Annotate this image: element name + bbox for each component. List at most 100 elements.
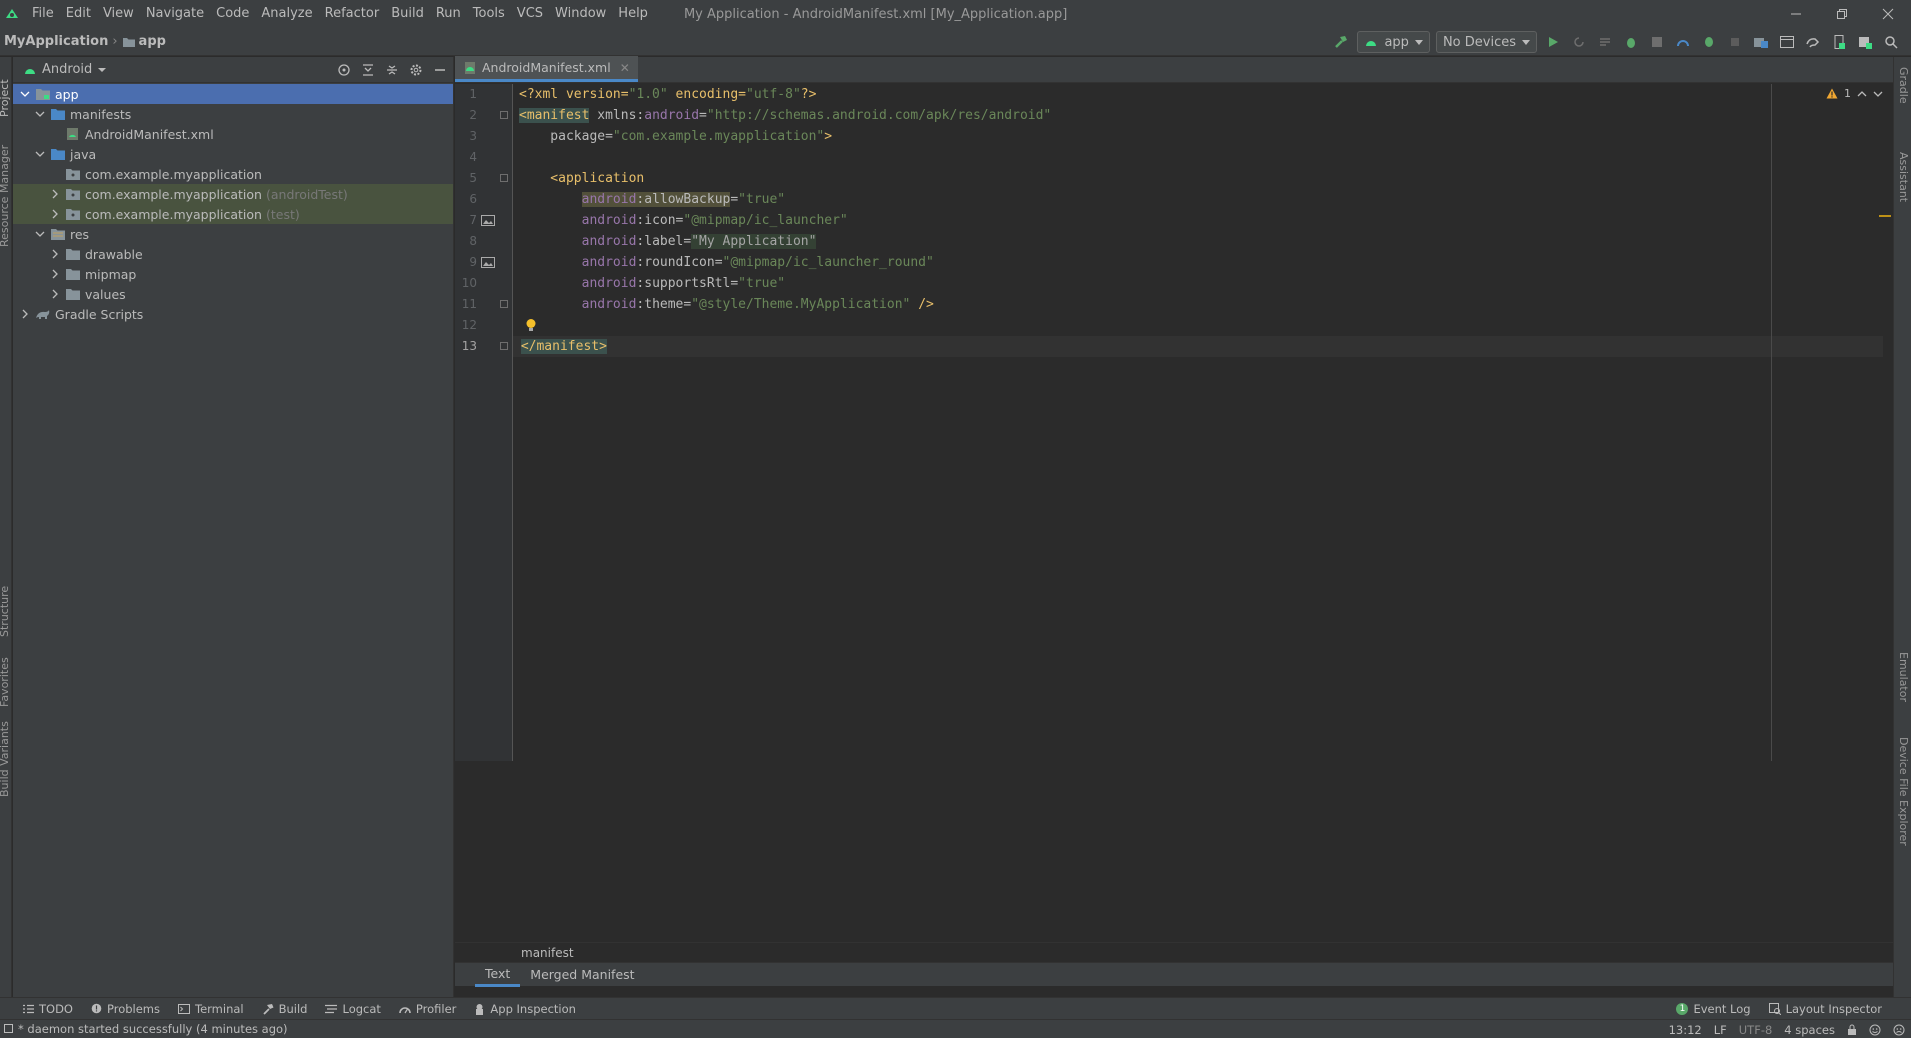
device-file-explorer-tool-tab[interactable]: Device File Explorer: [1897, 737, 1910, 846]
coverage-button[interactable]: [1647, 32, 1667, 52]
terminal-tool-button[interactable]: Terminal: [169, 1002, 253, 1016]
app-inspection-tool-button[interactable]: App Inspection: [465, 1002, 585, 1016]
hide-panel-icon[interactable]: [433, 63, 447, 77]
caret-position[interactable]: 13:12: [1669, 1023, 1702, 1037]
tree-item-androidmanifest[interactable]: AndroidManifest.xml: [13, 124, 453, 144]
editor-breadcrumb-item[interactable]: manifest: [521, 946, 574, 960]
expand-all-icon[interactable]: [361, 63, 375, 77]
layout-validation-button[interactable]: [1777, 32, 1797, 52]
close-window-button[interactable]: [1865, 0, 1911, 28]
tree-item-java[interactable]: java: [13, 144, 453, 164]
tree-item-package-main[interactable]: com.example.myapplication: [13, 164, 453, 184]
todo-tool-button[interactable]: TODO: [14, 1002, 82, 1016]
favorites-tool-tab[interactable]: Favorites: [0, 657, 11, 707]
image-preview-icon[interactable]: [481, 215, 495, 226]
indent-setting[interactable]: 4 spaces: [1784, 1023, 1835, 1037]
menu-edit[interactable]: Edit: [60, 0, 97, 28]
run-configuration-select[interactable]: app: [1357, 31, 1430, 53]
project-structure-button[interactable]: [1751, 32, 1771, 52]
chevron-right-icon[interactable]: [49, 188, 61, 200]
menu-view[interactable]: View: [97, 0, 140, 28]
chevron-right-icon[interactable]: [49, 288, 61, 300]
image-preview-icon[interactable]: [481, 257, 495, 268]
profile-button[interactable]: [1673, 32, 1693, 52]
chevron-right-icon[interactable]: [49, 248, 61, 260]
locate-icon[interactable]: [337, 63, 351, 77]
intention-bulb-icon[interactable]: [525, 318, 537, 333]
search-everywhere-button[interactable]: [1881, 32, 1901, 52]
profiler-tool-button[interactable]: Profiler: [390, 1002, 466, 1016]
menu-navigate[interactable]: Navigate: [140, 0, 210, 28]
menu-tools[interactable]: Tools: [467, 0, 511, 28]
menu-window[interactable]: Window: [549, 0, 612, 28]
tree-item-app[interactable]: app: [13, 84, 453, 104]
attach-debugger-button[interactable]: [1699, 32, 1719, 52]
layout-inspector-tool-button[interactable]: Layout Inspector: [1760, 1002, 1891, 1016]
line-separator[interactable]: LF: [1714, 1023, 1727, 1037]
event-log-tool-button[interactable]: 1 Event Log: [1667, 1002, 1759, 1016]
tree-item-mipmap[interactable]: mipmap: [13, 264, 453, 284]
chevron-down-icon[interactable]: [34, 108, 46, 120]
file-encoding[interactable]: UTF-8: [1739, 1023, 1773, 1037]
chevron-down-icon[interactable]: [19, 88, 31, 100]
breadcrumb-project[interactable]: MyApplication: [4, 34, 108, 49]
menu-vcs[interactable]: VCS: [511, 0, 549, 28]
minimize-button[interactable]: [1773, 0, 1819, 28]
gradle-tool-tab[interactable]: Gradle: [1897, 67, 1910, 104]
tree-item-package-androidtest[interactable]: com.example.myapplication (androidTest): [13, 184, 453, 204]
memory-indicator-icon[interactable]: [1869, 1024, 1881, 1036]
project-tool-tab[interactable]: Project: [0, 79, 11, 117]
device-select[interactable]: No Devices: [1435, 31, 1537, 53]
close-tab-icon[interactable]: ✕: [620, 61, 630, 75]
sdk-manager-button[interactable]: [1855, 32, 1875, 52]
tree-item-res[interactable]: res: [13, 224, 453, 244]
tree-item-values[interactable]: values: [13, 284, 453, 304]
tree-item-drawable[interactable]: drawable: [13, 244, 453, 264]
menu-help[interactable]: Help: [612, 0, 654, 28]
problems-tool-button[interactable]: Problems: [82, 1002, 169, 1016]
build-variants-tool-tab[interactable]: Build Variants: [0, 721, 11, 797]
assistant-tool-tab[interactable]: Assistant: [1897, 152, 1910, 202]
status-toggle-icon[interactable]: [4, 1024, 14, 1034]
sync-gradle-button[interactable]: [1803, 32, 1823, 52]
status-message[interactable]: * daemon started successfully (4 minutes…: [0, 1022, 288, 1036]
menu-refactor[interactable]: Refactor: [319, 0, 386, 28]
tab-text[interactable]: Text: [475, 963, 521, 987]
chevron-down-icon[interactable]: [34, 228, 46, 240]
avd-manager-button[interactable]: [1829, 32, 1849, 52]
error-stripe-warning-mark[interactable]: [1879, 215, 1891, 217]
fold-marker[interactable]: [500, 111, 508, 119]
stop-button[interactable]: [1725, 32, 1745, 52]
lock-icon[interactable]: [1847, 1024, 1857, 1036]
menu-code[interactable]: Code: [210, 0, 255, 28]
tree-item-gradle-scripts[interactable]: Gradle Scripts: [13, 304, 453, 324]
chevron-right-icon[interactable]: [19, 308, 31, 320]
chevron-right-icon[interactable]: [49, 208, 61, 220]
code-editor[interactable]: <?xml version="1.0" encoding="utf-8"?> <…: [513, 84, 1883, 761]
menu-file[interactable]: File: [26, 0, 60, 28]
fold-marker[interactable]: [500, 174, 508, 182]
breadcrumb-module[interactable]: app: [139, 34, 166, 49]
menu-run[interactable]: Run: [430, 0, 467, 28]
tree-item-package-test[interactable]: com.example.myapplication (test): [13, 204, 453, 224]
chevron-down-icon[interactable]: [1873, 90, 1883, 98]
collapse-all-icon[interactable]: [385, 63, 399, 77]
menu-analyze[interactable]: Analyze: [255, 0, 318, 28]
run-button[interactable]: [1543, 32, 1563, 52]
gear-icon[interactable]: [409, 63, 423, 77]
structure-tool-tab[interactable]: Structure: [0, 586, 11, 637]
tree-item-manifests[interactable]: manifests: [13, 104, 453, 124]
logcat-tool-button[interactable]: Logcat: [316, 1002, 389, 1016]
debug-button[interactable]: [1621, 32, 1641, 52]
resource-manager-tool-tab[interactable]: Resource Manager: [0, 145, 11, 247]
apply-code-changes-button[interactable]: [1595, 32, 1615, 52]
make-project-button[interactable]: [1331, 32, 1351, 52]
chevron-right-icon[interactable]: [49, 268, 61, 280]
tab-merged-manifest[interactable]: Merged Manifest: [520, 963, 644, 987]
fold-marker[interactable]: [500, 300, 508, 308]
project-view-select[interactable]: Android: [23, 62, 107, 77]
apply-changes-button[interactable]: [1569, 32, 1589, 52]
chevron-down-icon[interactable]: [34, 148, 46, 160]
notifications-icon[interactable]: [1893, 1024, 1905, 1036]
menu-build[interactable]: Build: [385, 0, 430, 28]
